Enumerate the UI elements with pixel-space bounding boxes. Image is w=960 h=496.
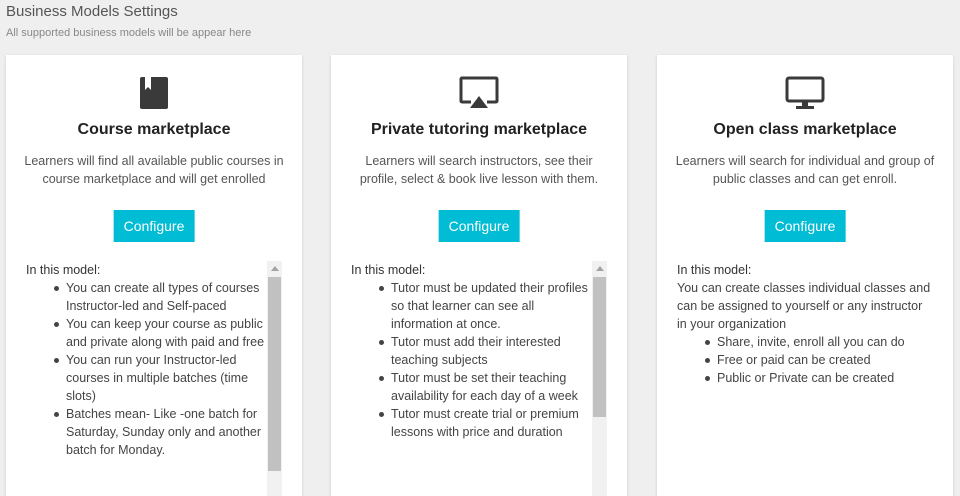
model-text: You can create classes individual classe…: [677, 281, 931, 331]
page-subtitle: All supported business models will be ap…: [6, 27, 252, 39]
monitor-icon: [657, 76, 953, 112]
airplay-icon: [331, 76, 627, 112]
private-tutoring-card: Private tutoring marketplace Learners wi…: [331, 55, 627, 496]
list-item: Tutor must create trial or premium lesso…: [379, 405, 593, 441]
list-item: Share, invite, enroll all you can do: [705, 333, 919, 351]
model-details: In this model: You can create all types …: [26, 261, 282, 496]
card-title: Course marketplace: [77, 121, 231, 138]
list-item: Tutor must be set their teaching availab…: [379, 369, 593, 405]
list-item: Batches mean- Like -one batch for Saturd…: [54, 405, 268, 459]
model-list: You can create all types of courses Inst…: [26, 279, 282, 459]
card-description: Learners will search instructors, see th…: [359, 154, 599, 186]
model-details: In this model: You can create classes in…: [677, 261, 933, 496]
configure-button[interactable]: Configure: [764, 210, 846, 242]
list-item: Tutor must be updated their profiles so …: [379, 279, 593, 333]
model-heading: In this model:: [677, 263, 752, 277]
scroll-up-icon[interactable]: [592, 261, 607, 275]
list-item: Tutor must add their interested teaching…: [379, 333, 593, 369]
page-header: Business Models Settings All supported b…: [6, 3, 251, 39]
card-title: Private tutoring marketplace: [370, 121, 588, 138]
scrollbar[interactable]: [267, 261, 282, 496]
scroll-thumb[interactable]: [593, 277, 606, 417]
card-description: Learners will search for individual and …: [675, 154, 935, 186]
list-item: Public or Private can be created: [705, 369, 919, 387]
list-item: You can create all types of courses Inst…: [54, 279, 268, 315]
model-heading: In this model:: [351, 263, 426, 277]
model-details: In this model: Tutor must be updated the…: [351, 261, 607, 496]
card-description: Learners will find all available public …: [24, 154, 284, 186]
scroll-up-icon[interactable]: [267, 261, 282, 275]
course-marketplace-card: Course marketplace Learners will find al…: [6, 55, 302, 496]
list-item: You can run your Instructor-led courses …: [54, 351, 268, 405]
book-icon: [6, 76, 302, 112]
card-title: Open class marketplace: [713, 121, 897, 138]
model-heading: In this model:: [26, 263, 101, 277]
scrollbar[interactable]: [592, 261, 607, 496]
page-title: Business Models Settings: [6, 3, 178, 20]
configure-button[interactable]: Configure: [438, 210, 520, 242]
list-item: You can keep your course as public and p…: [54, 315, 268, 351]
model-list: Share, invite, enroll all you can do Fre…: [677, 333, 933, 387]
configure-button[interactable]: Configure: [113, 210, 195, 242]
list-item: Free or paid can be created: [705, 351, 919, 369]
model-list: Tutor must be updated their profiles so …: [351, 279, 607, 441]
scroll-thumb[interactable]: [268, 277, 281, 471]
open-class-card: Open class marketplace Learners will sea…: [657, 55, 953, 496]
